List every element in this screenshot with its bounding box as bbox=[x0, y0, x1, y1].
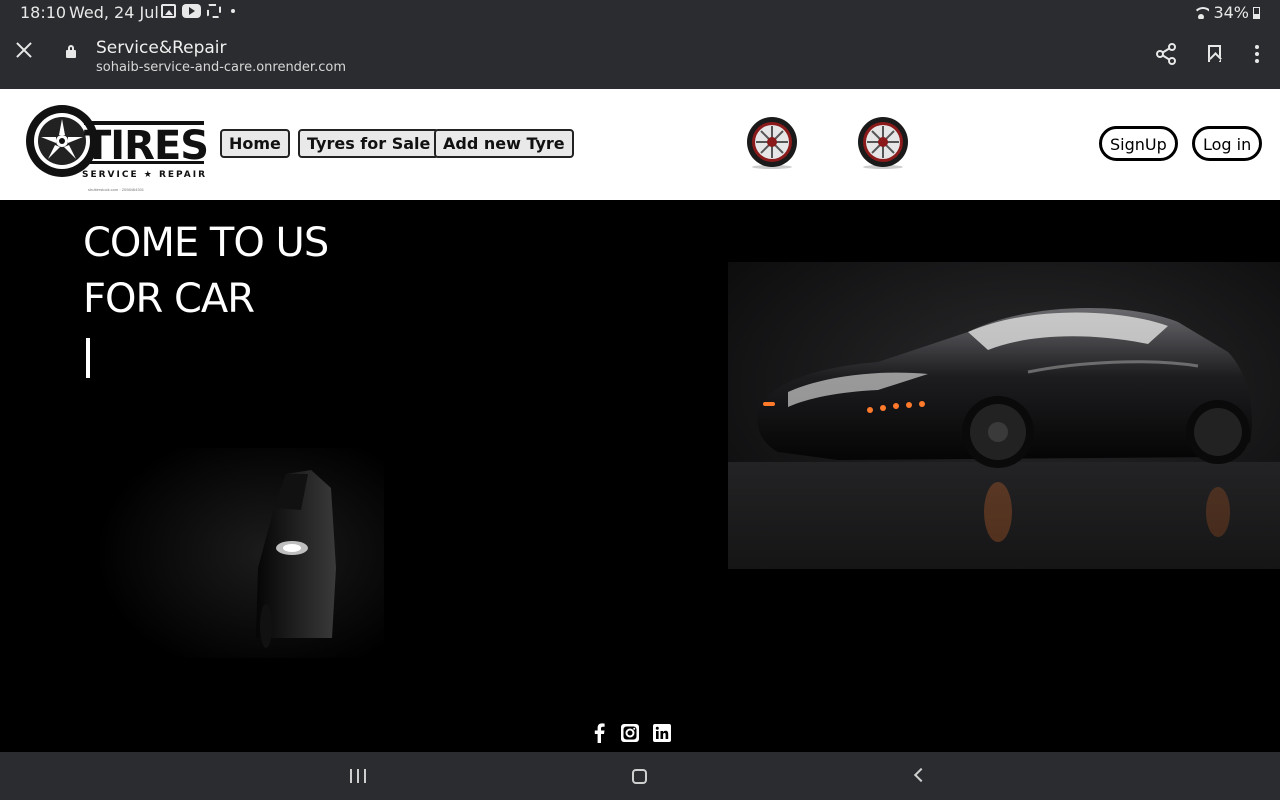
status-bar: 18:10 Wed, 24 Jul 34% bbox=[0, 0, 1280, 24]
hero-heading-line-1: COME TO US bbox=[83, 220, 329, 266]
lock-icon[interactable] bbox=[66, 45, 76, 58]
wifi-icon bbox=[1193, 6, 1210, 19]
logo-tagline: SERVICE ★ REPAIR bbox=[82, 170, 207, 180]
more-options-icon[interactable] bbox=[1245, 42, 1269, 66]
signup-button[interactable]: SignUp bbox=[1099, 126, 1178, 161]
car-silhouette-image bbox=[96, 448, 384, 658]
wheel-image bbox=[745, 116, 799, 170]
youtube-icon bbox=[182, 4, 201, 18]
linkedin-icon[interactable] bbox=[652, 723, 672, 743]
date: Wed, 24 Jul bbox=[69, 3, 159, 22]
bookmark-icon[interactable] bbox=[1202, 42, 1226, 66]
more-notifications-dot-icon bbox=[231, 9, 235, 13]
close-icon[interactable] bbox=[14, 40, 34, 60]
login-button[interactable]: Log in bbox=[1192, 126, 1263, 161]
tires-logo[interactable]: TIRES SERVICE ★ REPAIR bbox=[20, 101, 212, 185]
page-title: Service&Repair bbox=[96, 38, 227, 58]
sports-car-image bbox=[728, 262, 1280, 569]
clock: 18:10 bbox=[20, 3, 67, 22]
site-navbar: TIRES SERVICE ★ REPAIR shutterstock.com … bbox=[0, 89, 1280, 200]
page-url[interactable]: sohaib-service-and-care.onrender.com bbox=[96, 60, 346, 75]
recents-icon[interactable] bbox=[350, 769, 367, 783]
typing-cursor bbox=[86, 338, 90, 378]
back-icon[interactable] bbox=[913, 767, 929, 783]
battery-icon bbox=[1253, 6, 1260, 19]
hero-section: COME TO US FOR CAR bbox=[0, 200, 1280, 752]
tyres-for-sale-button[interactable]: Tyres for Sale bbox=[298, 129, 440, 158]
notification-icons bbox=[161, 4, 235, 18]
home-icon[interactable] bbox=[632, 769, 647, 784]
instagram-icon[interactable] bbox=[620, 723, 640, 743]
add-new-tyre-button[interactable]: Add new Tyre bbox=[434, 129, 574, 158]
wheel-image bbox=[856, 116, 910, 170]
share-icon[interactable] bbox=[1154, 42, 1178, 66]
system-navigation-bar bbox=[0, 752, 1280, 800]
home-button[interactable]: Home bbox=[220, 129, 290, 158]
gallery-icon bbox=[161, 4, 176, 18]
facebook-icon[interactable] bbox=[589, 723, 609, 743]
system-indicators: 34% bbox=[1193, 3, 1260, 22]
screenshot-icon bbox=[207, 4, 221, 18]
browser-toolbar: Service&Repair sohaib-service-and-care.o… bbox=[0, 24, 1280, 89]
hero-heading-line-2: FOR CAR bbox=[83, 276, 255, 322]
battery-percent: 34% bbox=[1213, 3, 1249, 22]
logo-credit: shutterstock.com · 2098464301 bbox=[88, 187, 145, 192]
